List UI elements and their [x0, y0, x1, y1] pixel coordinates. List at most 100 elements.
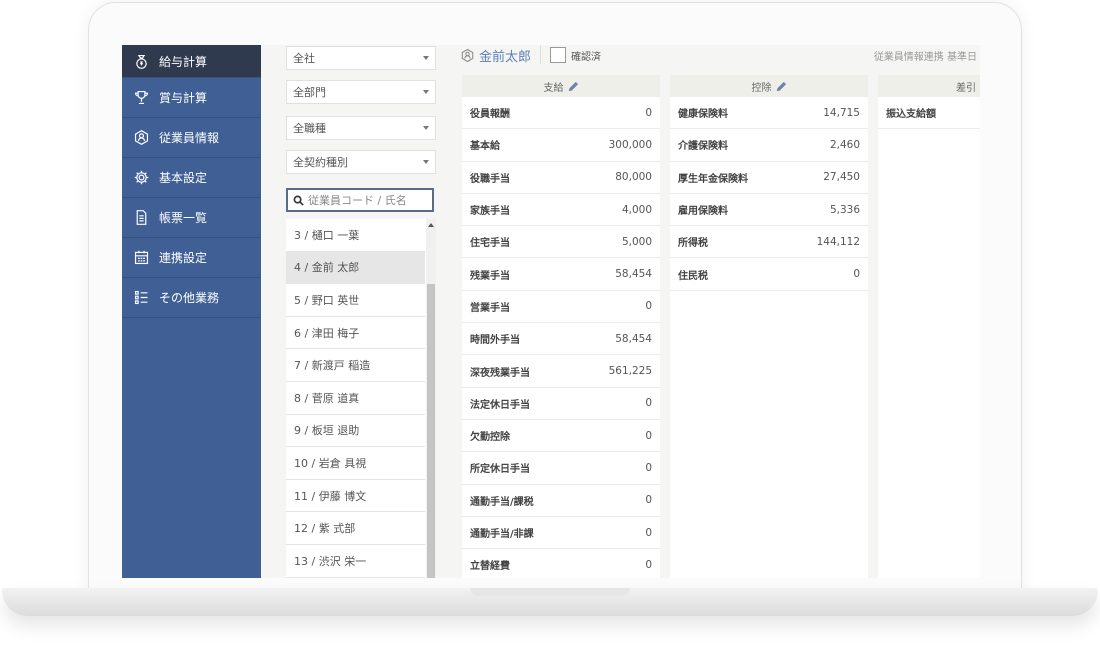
row-label: 深夜残業手当 [470, 367, 530, 379]
row-label: 家族手当 [470, 206, 510, 218]
job-type-select[interactable]: 全職種 [286, 116, 436, 140]
sidebar-item-label: 基本設定 [159, 171, 208, 185]
row-value: 0 [645, 300, 652, 313]
laptop-notch [470, 588, 630, 596]
company-select[interactable]: 全社 [286, 46, 436, 70]
confirmed-checkbox[interactable] [550, 47, 567, 63]
list-item-selected[interactable]: 4 / 金前 太郎 [286, 251, 425, 285]
deductions-panel: 控除 健康保険料 14,715 介護保険料 2,460 厚生年金保険料 27,450 … [670, 75, 868, 578]
list-item[interactable]: 9 / 板垣 退助 [286, 415, 425, 448]
divider [540, 46, 542, 64]
row-value: 0 [645, 461, 652, 474]
row-value: 58,454 [615, 268, 652, 281]
table-row: 雇用保険料 5,336 [670, 194, 868, 227]
list-item[interactable]: 11 / 伊藤 博文 [286, 480, 425, 513]
contract-type-select-value: 全契約種別 [293, 156, 348, 169]
row-value: 0 [645, 429, 652, 442]
table-row: 通勤手当/非課 0 [462, 517, 660, 550]
table-row: 時間外手当 58,454 [462, 323, 660, 356]
row-label: 所定休日手当 [470, 464, 530, 476]
trophy-icon [132, 89, 150, 107]
table-row: 法定休日手当 0 [462, 388, 660, 420]
employee-header: 金前太郎 確認済 [460, 45, 601, 65]
row-value: 0 [645, 397, 652, 410]
table-row: 家族手当 4,000 [462, 194, 660, 227]
table-row: 住民税 0 [670, 258, 868, 291]
row-label: 住民税 [678, 270, 708, 282]
sidebar-item-integration[interactable]: 連携設定 [122, 238, 261, 278]
scroll-up-icon[interactable] [428, 223, 434, 227]
list-item[interactable]: 3 / 樋口 一葉 [286, 219, 425, 252]
table-row: 基本給 300,000 [462, 129, 660, 162]
table-row: 残業手当 58,454 [462, 258, 660, 291]
sidebar-item-basic-settings[interactable]: 基本設定 [122, 158, 261, 198]
employee-list: 3 / 樋口 一葉 4 / 金前 太郎 5 / 野口 英世 6 / 津田 梅子 … [286, 219, 436, 578]
deductions-title: 控除 [751, 82, 772, 94]
department-select[interactable]: 全部門 [286, 80, 436, 104]
row-label: 立替経費 [470, 561, 510, 573]
table-row: 健康保険料 14,715 [670, 97, 868, 130]
sidebar: 給与計算 賞与計算 従業員情報 基本設定 帳票一覧 連携設定 その他業務 [122, 45, 261, 578]
row-label: 住宅手当 [470, 238, 510, 250]
table-row: 通勤手当/課税 0 [462, 485, 660, 517]
sidebar-item-employee-info[interactable]: 従業員情報 [122, 118, 261, 158]
row-label: 厚生年金保険料 [678, 173, 748, 185]
gear-icon [132, 169, 150, 187]
net-pay-panel: 差引 振込支給額 [878, 75, 980, 578]
sidebar-item-reports[interactable]: 帳票一覧 [122, 198, 261, 238]
table-row: 役職手当 80,000 [462, 162, 660, 194]
row-value: 4,000 [621, 203, 652, 216]
row-value: 0 [853, 268, 860, 281]
row-label: 役員報酬 [470, 109, 510, 121]
row-label: 振込支給額 [886, 109, 936, 121]
sidebar-item-other[interactable]: その他業務 [122, 278, 261, 318]
list-item[interactable]: 5 / 野口 英世 [286, 284, 425, 317]
row-label: 時間外手当 [470, 335, 520, 347]
list-item[interactable]: 12 / 紫 式部 [286, 512, 425, 545]
list-item[interactable]: 13 / 渋沢 栄一 [286, 545, 425, 578]
sidebar-item-label: その他業務 [159, 291, 220, 305]
row-value: 0 [645, 558, 652, 571]
app-screen: 給与計算 賞与計算 従業員情報 基本設定 帳票一覧 連携設定 その他業務 全社 … [122, 45, 980, 578]
person-icon [461, 48, 474, 62]
sidebar-item-payroll[interactable]: 給与計算 [122, 45, 261, 78]
sidebar-item-label: 連携設定 [159, 251, 208, 265]
pencil-icon[interactable] [776, 81, 787, 92]
list-item[interactable]: 10 / 岩倉 具視 [286, 447, 425, 480]
chevron-down-icon [423, 90, 429, 94]
list-item[interactable]: 6 / 津田 梅子 [286, 317, 425, 350]
list-item[interactable]: 7 / 新渡戸 稲造 [286, 349, 425, 382]
sidebar-item-label: 給与計算 [159, 54, 208, 69]
list-item[interactable]: 8 / 菅原 道真 [286, 382, 425, 415]
table-row: 所得税 144,112 [670, 226, 868, 259]
pencil-icon[interactable] [568, 81, 579, 92]
table-row: 営業手当 0 [462, 291, 660, 324]
row-value: 58,454 [615, 332, 652, 345]
row-label: 基本給 [470, 141, 500, 153]
net-pay-panel-header: 差引 [878, 75, 980, 97]
payments-title: 支給 [543, 82, 564, 94]
employee-sync-base-date[interactable]: 従業員情報連携 基準日 [874, 48, 977, 63]
employee-search-input[interactable]: 従業員コード / 氏名 [286, 188, 434, 212]
table-row: 立替経費 0 [462, 549, 660, 578]
sidebar-item-label: 賞与計算 [159, 91, 208, 105]
list-scrollbar[interactable] [426, 219, 436, 578]
row-label: 残業手当 [470, 270, 510, 282]
chevron-down-icon [423, 160, 429, 164]
row-value: 561,225 [608, 365, 652, 378]
company-select-value: 全社 [293, 52, 315, 65]
sidebar-item-bonus[interactable]: 賞与計算 [122, 78, 261, 118]
row-value: 2,460 [829, 138, 860, 151]
employee-name-link[interactable]: 金前太郎 [479, 46, 531, 65]
sidebar-item-label: 従業員情報 [159, 131, 220, 145]
table-row: 住宅手当 5,000 [462, 226, 660, 259]
scrollbar-thumb[interactable] [427, 284, 435, 578]
contract-type-select[interactable]: 全契約種別 [286, 150, 436, 174]
table-row: 厚生年金保険料 27,450 [670, 162, 868, 194]
table-row: 欠勤控除 0 [462, 420, 660, 453]
row-label: 営業手当 [470, 302, 510, 314]
payments-panel-header: 支給 [462, 75, 660, 97]
row-value: 300,000 [608, 138, 652, 151]
department-select-value: 全部門 [293, 86, 326, 99]
employee-selector: 全社 全部門 全職種 全契約種別 従業員コード / 氏名 3 / 樋口 一葉 4… [286, 45, 436, 578]
